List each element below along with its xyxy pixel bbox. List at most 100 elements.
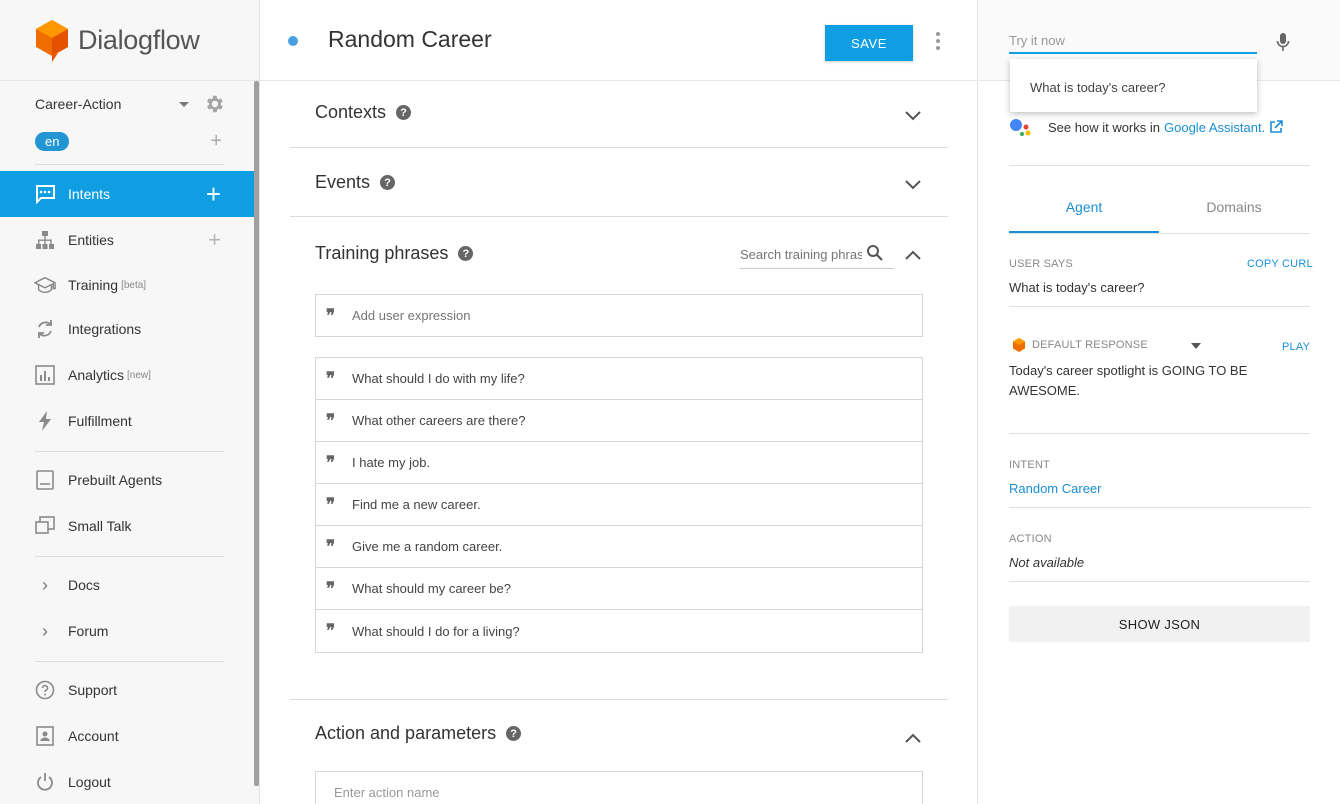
sidebar-item-account[interactable]: Account: [0, 713, 254, 759]
help-icon[interactable]: ?: [396, 105, 412, 120]
user-says-label: USER SAYS: [1009, 258, 1073, 270]
training-phrase-row[interactable]: ❞ What other careers are there?: [316, 400, 922, 442]
beta-tag: [beta]: [121, 279, 147, 291]
help-icon[interactable]: ?: [506, 726, 522, 741]
quote-icon: ❞: [326, 368, 336, 389]
training-phrase-text[interactable]: What should I do with my life?: [352, 371, 525, 386]
quote-icon: ❞: [326, 536, 336, 557]
quote-icon: ❞: [326, 494, 336, 515]
chevron-down-icon[interactable]: [904, 179, 922, 191]
try-it-now-input[interactable]: Try it now: [1009, 30, 1257, 54]
sidebar-item-analytics[interactable]: Analytics [new]: [0, 352, 254, 398]
agent-selector[interactable]: Career-Action: [35, 95, 225, 113]
add-entity-icon[interactable]: +: [208, 229, 221, 251]
training-phrase-list: ❞ What should I do with my life? ❞ What ot…: [315, 357, 923, 653]
help-icon[interactable]: ?: [458, 246, 474, 261]
search-input[interactable]: [740, 242, 862, 262]
sidebar-item-intents[interactable]: Intents +: [0, 171, 254, 217]
training-phrase-search[interactable]: [740, 242, 894, 269]
help-icon[interactable]: ?: [380, 175, 396, 190]
sidebar-item-label: Fulfillment: [68, 413, 132, 429]
quote-icon: ❞: [326, 578, 336, 599]
training-phrase-row[interactable]: ❞ What should I do with my life?: [316, 358, 922, 400]
sidebar-item-docs[interactable]: › Docs: [0, 562, 254, 608]
intent-link[interactable]: Random Career: [1009, 479, 1102, 499]
play-link[interactable]: PLAY: [1282, 341, 1310, 353]
training-phrase-text[interactable]: Give me a random career.: [352, 539, 502, 554]
search-icon[interactable]: [866, 244, 884, 262]
action-label: ACTION: [1009, 533, 1052, 545]
sidebar-item-small-talk[interactable]: Small Talk: [0, 503, 254, 549]
sidebar-scrollbar[interactable]: [254, 81, 259, 786]
external-link-icon[interactable]: [1269, 120, 1283, 134]
chevron-up-icon[interactable]: [904, 249, 922, 261]
training-phrases-section-header[interactable]: Training phrases ?: [315, 243, 474, 264]
sidebar-item-training[interactable]: Training [beta]: [0, 262, 254, 308]
training-phrase-row[interactable]: ❞ Find me a new career.: [316, 484, 922, 526]
intent-title[interactable]: Random Career: [328, 26, 492, 53]
test-console: Try it now What is today's career? See h…: [979, 0, 1340, 804]
training-phrase-text[interactable]: What should I do for a living?: [352, 624, 520, 639]
graduation-cap-icon: [34, 274, 56, 296]
copy-curl-link[interactable]: COPY CURL: [1247, 258, 1313, 270]
logo[interactable]: Dialogflow: [0, 0, 259, 81]
training-phrase-text[interactable]: What other careers are there?: [352, 413, 525, 428]
tab-domains[interactable]: Domains: [1159, 190, 1309, 233]
training-phrase-text[interactable]: Find me a new career.: [352, 497, 481, 512]
gear-icon[interactable]: [203, 93, 225, 115]
power-icon: [34, 771, 56, 793]
add-language-icon[interactable]: +: [210, 131, 222, 151]
chevron-down-icon[interactable]: [904, 110, 922, 122]
sidebar-item-entities[interactable]: Entities +: [0, 217, 254, 263]
training-phrase-text[interactable]: What should my career be?: [352, 581, 511, 596]
contexts-section-header[interactable]: Contexts ?: [315, 102, 412, 123]
language-badge[interactable]: en: [35, 131, 70, 151]
chevron-down-icon[interactable]: [179, 101, 189, 107]
section-title: Action and parameters: [315, 723, 497, 743]
show-json-button[interactable]: SHOW JSON: [1009, 606, 1310, 642]
action-name-input[interactable]: Enter action name: [315, 771, 923, 804]
user-expression-input[interactable]: [352, 308, 892, 323]
chevron-right-icon: ›: [42, 574, 48, 595]
section-title: Contexts: [315, 102, 387, 122]
suggestion-dropdown-item[interactable]: What is today's career?: [1010, 59, 1257, 112]
sidebar-item-label: Forum: [68, 623, 109, 639]
training-phrase-row[interactable]: ❞ I hate my job.: [316, 442, 922, 484]
tab-agent[interactable]: Agent: [1009, 190, 1159, 233]
divider: [290, 216, 948, 217]
sidebar-item-logout[interactable]: Logout: [0, 759, 254, 804]
default-response-label: DEFAULT RESPONSE: [1032, 339, 1148, 351]
training-phrase-row[interactable]: ❞ Give me a random career.: [316, 526, 922, 568]
divider: [290, 699, 948, 700]
sidebar-item-forum[interactable]: › Forum: [0, 608, 254, 654]
sidebar-item-label: Entities: [68, 232, 114, 248]
lightning-icon: [34, 410, 56, 432]
sidebar-item-fulfillment[interactable]: Fulfillment: [0, 398, 254, 444]
sidebar-item-label: Training: [68, 277, 119, 293]
divider: [1009, 433, 1310, 434]
response-text: Today's career spotlight is GOING TO BE …: [1009, 363, 1248, 398]
training-phrase-row[interactable]: ❞ What should I do for a living?: [316, 610, 922, 652]
chevron-up-icon[interactable]: [904, 732, 922, 744]
more-vert-icon[interactable]: [936, 32, 940, 53]
google-assistant-link[interactable]: Google Assistant.: [1164, 120, 1265, 135]
training-phrase-row[interactable]: ❞ What should my career be?: [316, 568, 922, 610]
sidebar-item-support[interactable]: Support: [0, 667, 254, 713]
google-assistant-row: See how it works in Google Assistant.: [1009, 117, 1283, 137]
training-phrase-text[interactable]: I hate my job.: [352, 455, 430, 470]
add-user-expression[interactable]: ❞: [315, 294, 923, 337]
action-parameters-section-header[interactable]: Action and parameters ?: [315, 723, 522, 744]
add-intent-icon[interactable]: +: [206, 181, 221, 207]
sidebar-item-integrations[interactable]: Integrations: [0, 306, 254, 352]
events-section-header[interactable]: Events ?: [315, 172, 396, 193]
save-button[interactable]: SAVE: [825, 25, 913, 61]
divider: [1009, 306, 1310, 307]
intent-editor: Random Career SAVE Contexts ? Events ? T…: [260, 0, 978, 804]
chevron-right-icon: ›: [42, 620, 48, 641]
quote-icon: ❞: [326, 305, 336, 326]
google-assistant-icon: [1010, 119, 1031, 136]
microphone-icon[interactable]: [1276, 32, 1290, 52]
chevron-down-icon[interactable]: [1191, 343, 1201, 349]
status-dot: [288, 36, 298, 46]
sidebar-item-prebuilt-agents[interactable]: Prebuilt Agents: [0, 457, 254, 503]
